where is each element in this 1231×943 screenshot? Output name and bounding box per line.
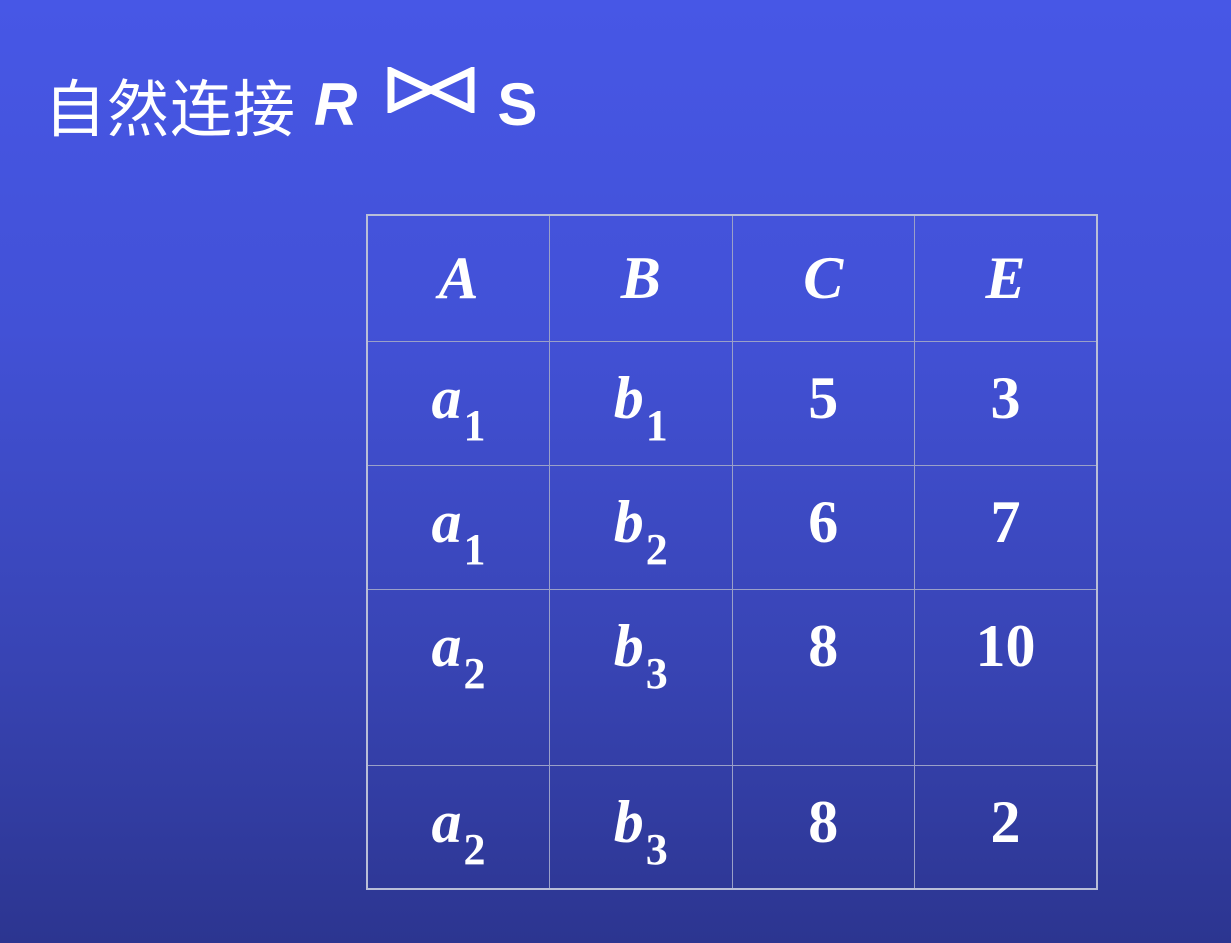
column-header-b: B — [549, 214, 733, 342]
natural-join-result-table: A B C E a1 b1 5 3 a1 b2 6 7 a2 b3 8 10 a… — [366, 214, 1098, 890]
cell-subscript: 1 — [463, 524, 486, 574]
cell-symbol: a — [431, 364, 462, 431]
cell-symbol: a — [431, 788, 462, 855]
cell-a: a2 — [366, 764, 550, 890]
cell-c: 8 — [731, 588, 915, 766]
cell-e: 2 — [914, 764, 1098, 890]
table-row: a2 b3 8 2 — [366, 764, 1098, 890]
cell-symbol: a — [431, 612, 462, 679]
cell-symbol: b — [613, 364, 644, 431]
cell-symbol: b — [613, 788, 644, 855]
cell-subscript: 3 — [645, 648, 668, 698]
cell-subscript: 1 — [463, 400, 486, 450]
cell-b: b1 — [549, 340, 733, 466]
title-text: 自然连接 — [44, 73, 297, 146]
cell-subscript: 2 — [463, 648, 486, 698]
cell-b: b2 — [549, 464, 733, 590]
cell-e: 7 — [914, 464, 1098, 590]
cell-c: 5 — [731, 340, 915, 466]
table-header-row: A B C E — [366, 214, 1098, 342]
column-header-c: C — [731, 214, 915, 342]
bowtie-join-icon — [387, 67, 475, 113]
cell-a: a2 — [366, 588, 550, 766]
right-relation: S — [497, 70, 538, 138]
cell-a: a1 — [366, 464, 550, 590]
table-row: a1 b2 6 7 — [366, 464, 1098, 590]
table-row: a1 b1 5 3 — [366, 340, 1098, 466]
left-relation: R — [314, 70, 358, 138]
cell-b: b3 — [549, 764, 733, 890]
cell-symbol: b — [613, 612, 644, 679]
cell-b: b3 — [549, 588, 733, 766]
cell-c: 8 — [731, 764, 915, 890]
cell-symbol: a — [431, 488, 462, 555]
slide-title: 自然连接 R S — [44, 64, 538, 146]
cell-symbol: b — [613, 488, 644, 555]
cell-subscript: 3 — [645, 824, 668, 874]
table-row: a2 b3 8 10 — [366, 588, 1098, 766]
column-header-a: A — [366, 214, 550, 342]
column-header-e: E — [914, 214, 1098, 342]
cell-c: 6 — [731, 464, 915, 590]
cell-subscript: 2 — [463, 824, 486, 874]
cell-subscript: 1 — [645, 400, 668, 450]
cell-e: 10 — [914, 588, 1098, 766]
cell-e: 3 — [914, 340, 1098, 466]
cell-a: a1 — [366, 340, 550, 466]
cell-subscript: 2 — [645, 524, 668, 574]
